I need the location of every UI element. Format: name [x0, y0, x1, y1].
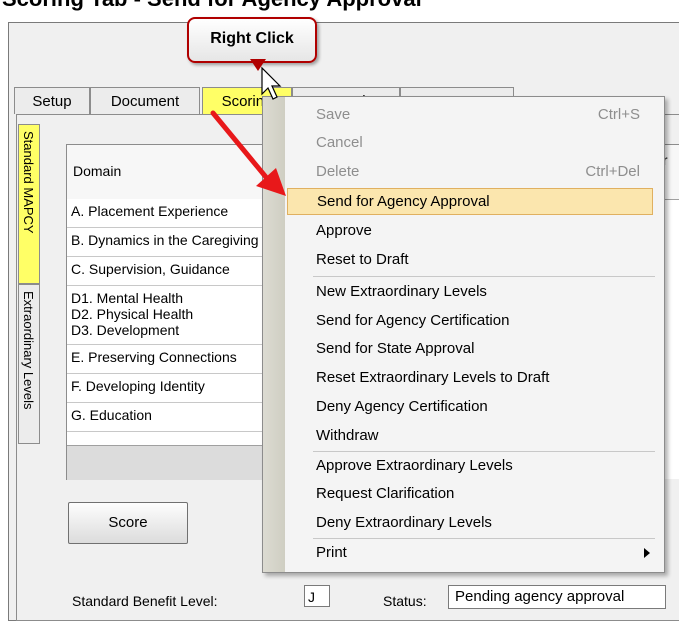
red-arrow-icon: [210, 110, 286, 196]
annotation-layer: [210, 66, 286, 196]
mouse-cursor-icon: [261, 66, 282, 100]
